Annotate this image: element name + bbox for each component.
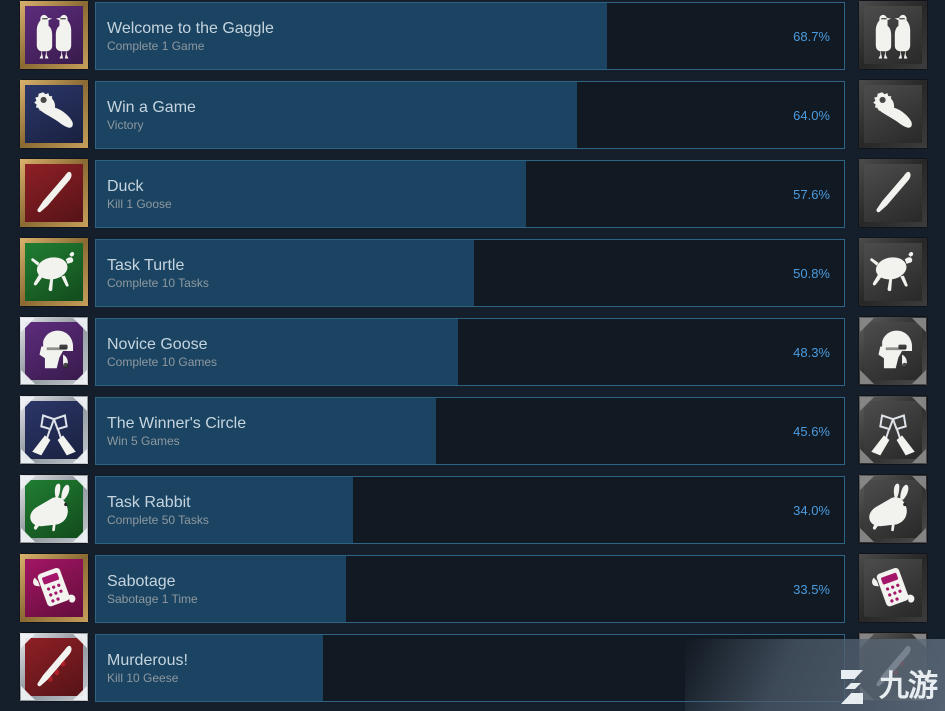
achievement-row[interactable]: Sabotage Sabotage 1 Time 33.5% [0,553,945,625]
toasting-glasses-locked-icon [858,395,928,465]
achievement-progress-bar: Novice Goose Complete 10 Games 48.3% [95,318,845,386]
achievement-progress-bar: Duck Kill 1 Goose 57.6% [95,160,845,228]
toasting-glasses-icon [19,395,89,465]
achievement-row[interactable]: Murderous! Kill 10 Geese [0,632,945,704]
progress-fill [96,240,474,306]
achievement-percent: 33.5% [793,581,830,597]
achievement-progress-bar: Task Turtle Complete 10 Tasks 50.8% [95,239,845,307]
pager-icon [19,553,89,623]
turtle-icon [19,237,89,307]
achievement-percent: 48.3% [793,344,830,360]
knife-locked-icon [858,158,928,228]
achievement-row[interactable]: Win a Game Victory 64.0% [0,79,945,151]
achievement-progress-bar: Welcome to the Gaggle Complete 1 Game 68.7… [95,2,845,70]
progress-fill [96,161,526,227]
bloody-knife-locked-icon [858,632,928,702]
achievement-percent: 57.6% [793,186,830,202]
progress-fill [96,635,323,701]
achievement-progress-bar: Task Rabbit Complete 50 Tasks 34.0% [95,476,845,544]
achievement-percent: 45.6% [793,423,830,439]
two-geese-icon [19,0,89,70]
achievement-row[interactable]: Task Turtle Complete 10 Tasks 50.8% [0,237,945,309]
gear-goose-icon [19,79,89,149]
achievement-row[interactable]: The Winner's Circle Win 5 Games 45.6% [0,395,945,467]
achievement-progress-bar: Murderous! Kill 10 Geese [95,634,845,702]
progress-fill [96,319,458,385]
turtle-locked-icon [858,237,928,307]
progress-fill [96,3,607,69]
achievement-row[interactable]: Welcome to the Gaggle Complete 1 Game 68.7… [0,0,945,72]
bloody-knife-icon [19,632,89,702]
progress-fill [96,477,353,543]
achievement-progress-bar: Sabotage Sabotage 1 Time 33.5% [95,555,845,623]
achievement-progress-bar: Win a Game Victory 64.0% [95,81,845,149]
progress-fill [96,82,577,148]
achievement-progress-bar: The Winner's Circle Win 5 Games 45.6% [95,397,845,465]
rabbit-icon [19,474,89,544]
achievement-row[interactable]: Novice Goose Complete 10 Games 48.3% [0,316,945,388]
progress-fill [96,398,436,464]
knife-icon [19,158,89,228]
achievements-page: Welcome to the Gaggle Complete 1 Game 68.7… [0,0,945,711]
achievement-percent: 64.0% [793,107,830,123]
progress-fill [96,556,346,622]
achievement-row[interactable]: Task Rabbit Complete 50 Tasks 34.0% [0,474,945,546]
helmet-goose-head-icon [19,316,89,386]
achievement-row[interactable]: Duck Kill 1 Goose 57.6% [0,158,945,230]
achievement-percent: 50.8% [793,265,830,281]
two-geese-locked-icon [858,0,928,70]
achievement-percent: 68.7% [793,28,830,44]
helmet-goose-head-locked-icon [858,316,928,386]
gear-goose-locked-icon [858,79,928,149]
rabbit-locked-icon [858,474,928,544]
pager-locked-icon [858,553,928,623]
achievement-percent: 34.0% [793,502,830,518]
